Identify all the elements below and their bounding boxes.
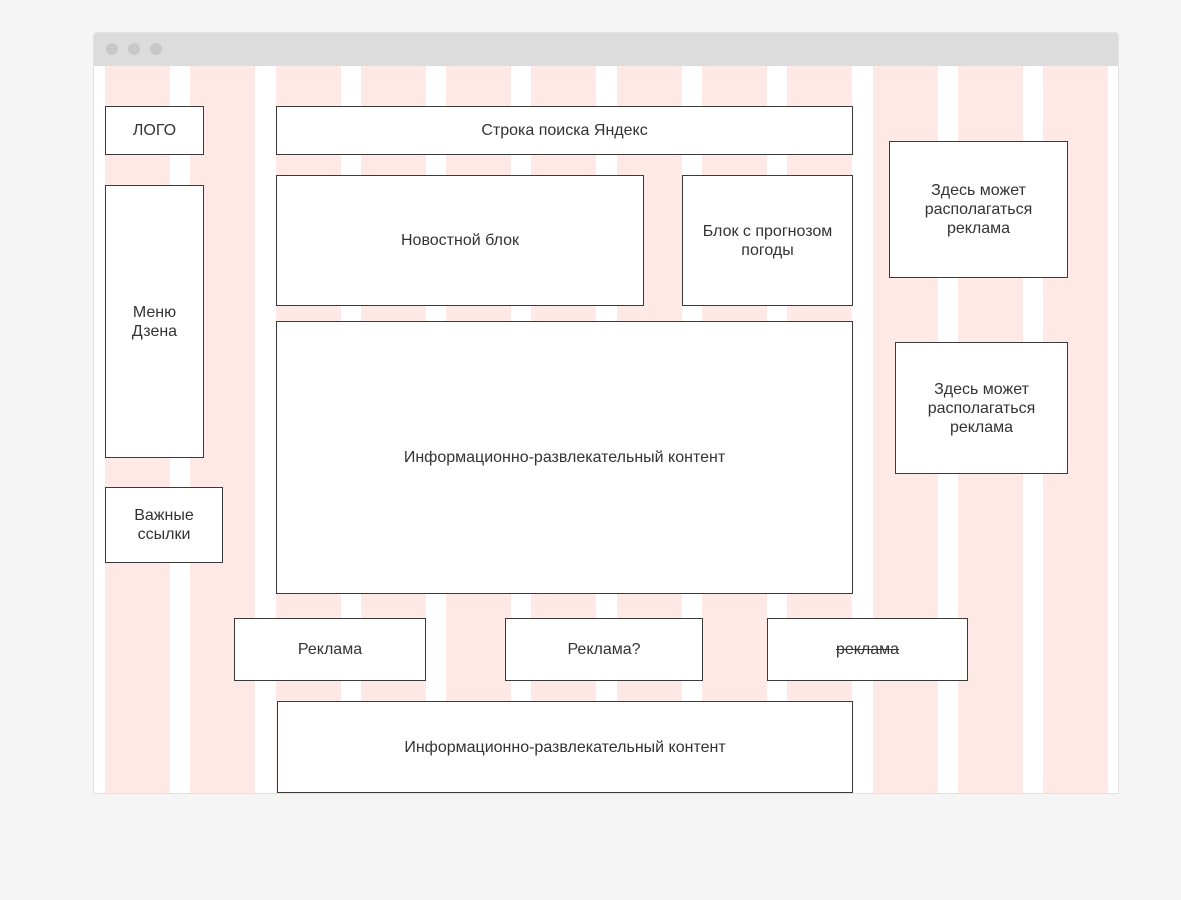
logo-block: ЛОГО	[105, 106, 204, 155]
search-bar-label: Строка поиска Яндекс	[481, 122, 648, 139]
zen-menu-block: Меню Дзена	[105, 185, 204, 458]
ad-block-middle: Здесь может располагаться реклама	[895, 342, 1068, 474]
ad-block-2: Реклама?	[505, 618, 703, 681]
window-titlebar	[94, 33, 1118, 66]
ad-1-label: Реклама	[297, 641, 363, 658]
important-links-label: Важные ссылки	[134, 507, 194, 543]
zen-menu-label: Меню Дзена	[131, 303, 178, 340]
ad-2-label: Реклама?	[567, 641, 641, 658]
window-dot-close[interactable]	[106, 43, 118, 55]
important-links-block: Важные ссылки	[105, 487, 223, 563]
bottom-content-block: Информационно-развлекательный контент	[277, 701, 853, 793]
window-dot-maximize[interactable]	[150, 43, 162, 55]
ad-top-label: Здесь может располагаться реклама	[924, 182, 1033, 237]
ad-middle-label: Здесь может располагаться реклама	[927, 380, 1036, 436]
layout-canvas: ЛОГО Строка поиска Яндекс Меню Дзена Нов…	[94, 66, 1118, 793]
main-content-label: Информационно-развлекательный контент	[403, 449, 726, 466]
bottom-content-label: Информационно-развлекательный контент	[404, 738, 726, 756]
ad-block-3: реклама	[767, 618, 968, 681]
main-content-block: Информационно-развлекательный контент	[276, 321, 853, 594]
weather-label: Блок с прогнозом погоды	[702, 222, 833, 259]
weather-block: Блок с прогнозом погоды	[682, 175, 853, 306]
logo-label: ЛОГО	[132, 122, 177, 139]
ad-block-top: Здесь может располагаться реклама	[889, 141, 1068, 278]
news-label: Новостной блок	[401, 232, 519, 249]
news-block: Новостной блок	[276, 175, 644, 306]
search-bar-block: Строка поиска Яндекс	[276, 106, 853, 155]
browser-window: ЛОГО Строка поиска Яндекс Меню Дзена Нов…	[93, 32, 1119, 794]
window-dot-minimize[interactable]	[128, 43, 140, 55]
ad-block-1: Реклама	[234, 618, 426, 681]
ad-3-label: реклама	[835, 641, 900, 658]
